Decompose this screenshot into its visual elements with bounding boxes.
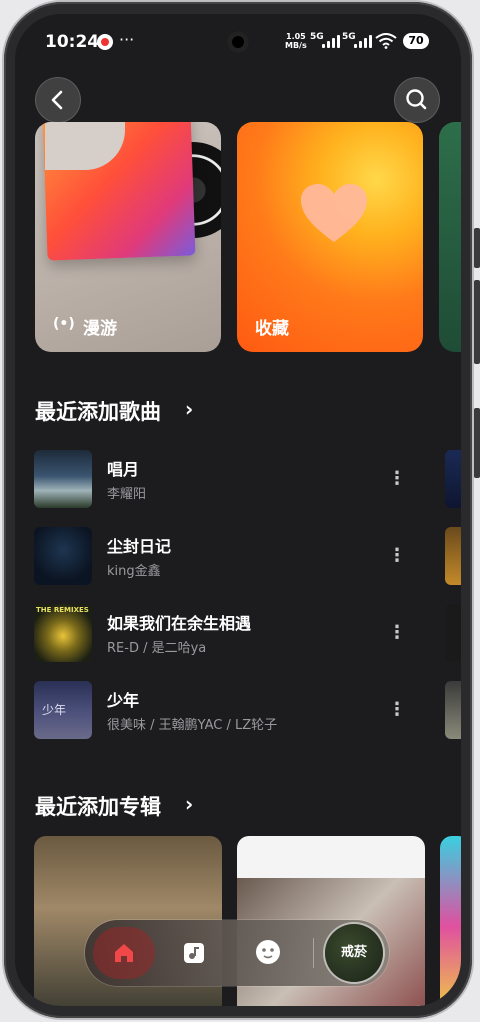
radio-waves-icon: (•) [53, 316, 75, 332]
front-camera [227, 31, 249, 53]
third-card-peek[interactable] [439, 122, 461, 352]
heart-icon [301, 184, 367, 242]
favorites-label: 收藏 [255, 319, 289, 339]
music-box-icon [184, 943, 204, 963]
chevron-left-icon [51, 90, 63, 110]
roam-label: 漫游 [83, 319, 117, 339]
status-bar: 10:24 ··· 1.05 MB/s 5G 5G 70 [15, 14, 461, 70]
chevron-right-icon[interactable]: › [185, 792, 193, 816]
song-artist: 李耀阳 [107, 487, 147, 502]
album-card-peek[interactable] [440, 836, 461, 1006]
app-screen: 10:24 ··· 1.05 MB/s 5G 5G 70 (•) 漫游 收藏 最… [15, 14, 461, 1006]
phone-frame: 10:24 ··· 1.05 MB/s 5G 5G 70 (•) 漫游 收藏 最… [0, 0, 480, 1022]
power-button [474, 408, 480, 478]
nav-divider [313, 938, 314, 968]
signal-bars-2-icon [354, 34, 372, 48]
now-playing-button[interactable]: 戒菸 [325, 924, 383, 982]
song-row[interactable]: 尘封日记 king金鑫 ⋮ [15, 527, 461, 587]
signal-bars-1-icon [322, 34, 340, 48]
roam-card[interactable]: (•) 漫游 [35, 122, 221, 352]
network-speed: 1.05 MB/s [285, 32, 307, 50]
nav-discover-button[interactable] [253, 937, 283, 971]
nav-home-button[interactable] [93, 927, 155, 979]
song-artist: RE-D / 是二哈ya [107, 641, 207, 656]
nav-library-button[interactable] [181, 937, 207, 971]
wifi-icon [375, 33, 397, 53]
status-time: 10:24 [45, 32, 100, 52]
recent-albums-title[interactable]: 最近添加专辑 [35, 791, 161, 821]
more-options-icon[interactable]: ⋮ [387, 699, 407, 721]
song-title: 唱月 [107, 460, 140, 479]
side-peek-thumb [445, 604, 461, 662]
home-icon [115, 944, 133, 962]
favorites-card[interactable]: 收藏 [237, 122, 423, 352]
song-row[interactable]: THE REMIXES 如果我们在余生相遇 RE-D / 是二哈ya ⋮ [15, 604, 461, 664]
song-row[interactable]: 唱月 李耀阳 ⋮ [15, 450, 461, 510]
more-options-icon[interactable]: ⋮ [387, 545, 407, 567]
song-artist: 很美味 / 王翰鹏YAC / LZ轮子 [107, 718, 278, 733]
face-icon [256, 940, 280, 964]
notification-app-icon [97, 34, 113, 50]
cover-text: THE REMIXES [36, 606, 89, 614]
song-row[interactable]: 少年 少年 很美味 / 王翰鹏YAC / LZ轮子 ⋮ [15, 681, 461, 741]
now-playing-cover-text: 戒菸 [340, 945, 367, 960]
song-cover: THE REMIXES [34, 604, 92, 662]
cover-text: 少年 [42, 703, 67, 717]
volume-down-button [474, 280, 480, 364]
more-options-icon[interactable]: ⋮ [387, 468, 407, 490]
song-title: 少年 [107, 691, 140, 710]
bottom-navigation: 戒菸 [85, 920, 389, 986]
song-title: 尘封日记 [107, 537, 172, 556]
back-button[interactable] [35, 77, 81, 123]
song-cover [34, 450, 92, 508]
song-artist: king金鑫 [107, 564, 161, 579]
volume-up-button [474, 228, 480, 268]
song-cover [34, 527, 92, 585]
chevron-right-icon[interactable]: › [185, 397, 193, 421]
song-cover: 少年 [34, 681, 92, 739]
side-peek-thumb [445, 527, 461, 585]
recent-songs-title[interactable]: 最近添加歌曲 [35, 396, 161, 426]
side-peek-thumb [445, 681, 461, 739]
side-peek-thumb [445, 450, 461, 508]
song-title: 如果我们在余生相遇 [107, 614, 252, 633]
battery-indicator: 70 [403, 33, 429, 49]
search-icon [406, 89, 427, 110]
more-notifications-icon: ··· [119, 30, 135, 49]
search-button[interactable] [394, 77, 440, 123]
more-options-icon[interactable]: ⋮ [387, 622, 407, 644]
